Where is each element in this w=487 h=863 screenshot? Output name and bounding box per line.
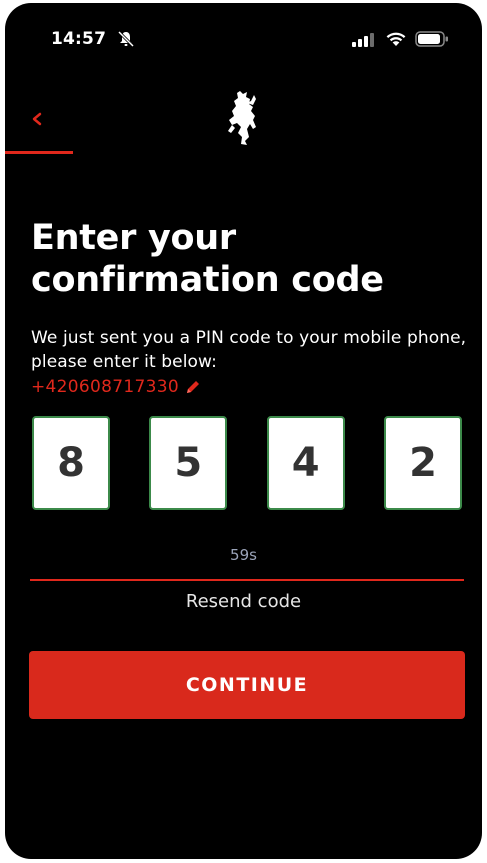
resend-divider xyxy=(30,579,464,581)
nav-bar xyxy=(5,83,482,158)
edit-phone-number-link[interactable]: +420608717330 xyxy=(31,375,201,399)
resend-code-button[interactable]: Resend code xyxy=(5,591,482,612)
pin-digit-2[interactable]: 5 xyxy=(149,416,228,510)
phone-number[interactable]: +420608717330 xyxy=(31,377,179,397)
page-title: Enter your confirmation code xyxy=(31,218,384,300)
bell-slash-icon xyxy=(117,30,135,48)
back-tab-underline xyxy=(5,151,73,154)
chevron-left-icon[interactable] xyxy=(23,105,51,133)
pin-input-group: 8 5 4 2 xyxy=(32,416,462,512)
prancing-horse-logo xyxy=(228,91,256,145)
pin-digit-1[interactable]: 8 xyxy=(32,416,110,510)
battery-icon xyxy=(415,31,448,47)
status-bar: 14:57 xyxy=(5,3,482,53)
pin-digit-4[interactable]: 2 xyxy=(383,416,462,510)
phone-screen: 14:57 Enter your confirmation code We ju… xyxy=(5,3,482,859)
pin-digit-3[interactable]: 4 xyxy=(266,416,345,510)
status-time: 14:57 xyxy=(51,29,107,49)
continue-button[interactable]: CONTINUE xyxy=(29,651,465,719)
wifi-icon xyxy=(386,32,406,46)
instruction-text: We just sent you a PIN code to your mobi… xyxy=(31,328,467,372)
pencil-icon[interactable] xyxy=(185,379,201,395)
cellular-signal-icon xyxy=(352,33,374,47)
resend-countdown: 59s xyxy=(230,546,257,564)
